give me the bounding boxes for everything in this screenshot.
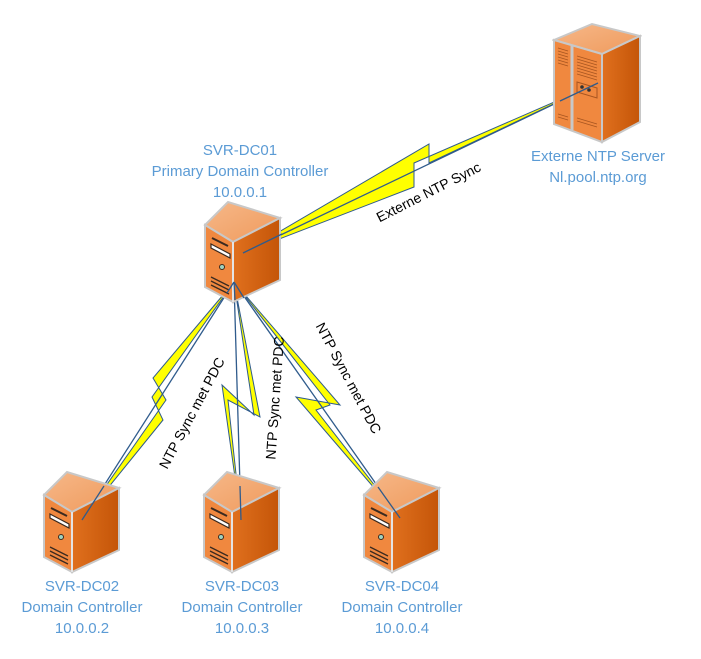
node-label-dc02: SVR-DC02 Domain Controller 10.0.0.2	[22, 576, 143, 639]
server-tower-icon[interactable]	[363, 471, 440, 573]
node-name: SVR-DC04	[364, 578, 440, 595]
node-label-dc04: SVR-DC04 Domain Controller 10.0.0.4	[342, 576, 463, 639]
node-name: SVR-DC03	[204, 578, 280, 595]
node-ip: 10.0.0.2	[54, 620, 110, 637]
node-role: Domain Controller	[341, 599, 463, 616]
node-ip: 10.0.0.4	[374, 620, 430, 637]
node-role: Domain Controller	[181, 599, 303, 616]
node-host: Nl.pool.ntp.org	[549, 169, 647, 186]
server-tower-icon[interactable]	[204, 201, 281, 303]
node-name: SVR-DC01	[202, 142, 278, 159]
node-name: SVR-DC02	[44, 578, 120, 595]
node-role: Primary Domain Controller	[151, 163, 329, 180]
server-tower-icon[interactable]	[43, 471, 120, 573]
node-ip: 10.0.0.3	[214, 620, 270, 637]
node-label-ntp: Externe NTP Server Nl.pool.ntp.org	[531, 146, 665, 188]
node-label-dc03: SVR-DC03 Domain Controller 10.0.0.3	[182, 576, 303, 639]
server-tower-icon[interactable]	[203, 471, 280, 573]
node-ip: 10.0.0.1	[212, 184, 268, 201]
network-diagram	[43, 22, 642, 573]
node-label-dc01: SVR-DC01 Primary Domain Controller 10.0.…	[152, 140, 329, 203]
node-role: Domain Controller	[21, 599, 143, 616]
node-name: Externe NTP Server	[531, 148, 665, 165]
